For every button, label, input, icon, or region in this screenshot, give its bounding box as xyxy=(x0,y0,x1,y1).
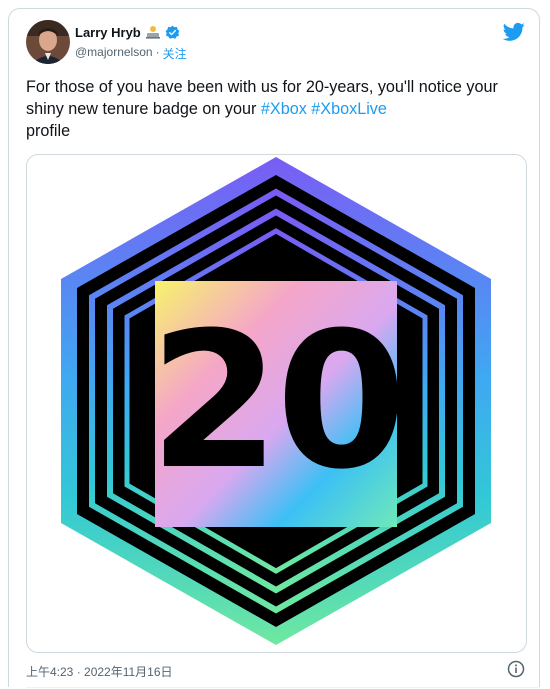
twitter-bird-icon[interactable] xyxy=(502,22,525,42)
badge-number: 20 xyxy=(149,292,403,511)
avatar[interactable] xyxy=(26,20,70,64)
follow-button[interactable]: 关注 xyxy=(163,45,187,62)
tweet-media-image[interactable]: 20 xyxy=(26,154,527,653)
laptop-user-icon xyxy=(145,24,161,40)
author-handle[interactable]: @majornelson xyxy=(75,45,153,62)
author-handle-row: @majornelson · 关注 xyxy=(75,45,187,62)
verified-badge-icon xyxy=(165,25,180,40)
tweet-card: Larry Hryb @majornelson · 关注 For those o… xyxy=(8,8,540,688)
author-name-row: Larry Hryb xyxy=(75,24,180,40)
tenure-badge-image: 20 xyxy=(61,157,491,645)
tweet-text: For those of you have been with us for 2… xyxy=(26,76,526,142)
hashtag-xboxlive[interactable]: #XboxLive xyxy=(311,100,387,118)
divider xyxy=(26,687,539,688)
handle-separator: · xyxy=(155,45,160,59)
tweet-timestamp[interactable]: 上午4:23 · 2022年11月16日 xyxy=(26,663,173,680)
tweet-text-part2: profile xyxy=(26,122,71,140)
hashtag-xbox[interactable]: #Xbox xyxy=(261,100,307,118)
author-display-name[interactable]: Larry Hryb xyxy=(75,25,141,40)
info-icon[interactable] xyxy=(507,660,525,678)
